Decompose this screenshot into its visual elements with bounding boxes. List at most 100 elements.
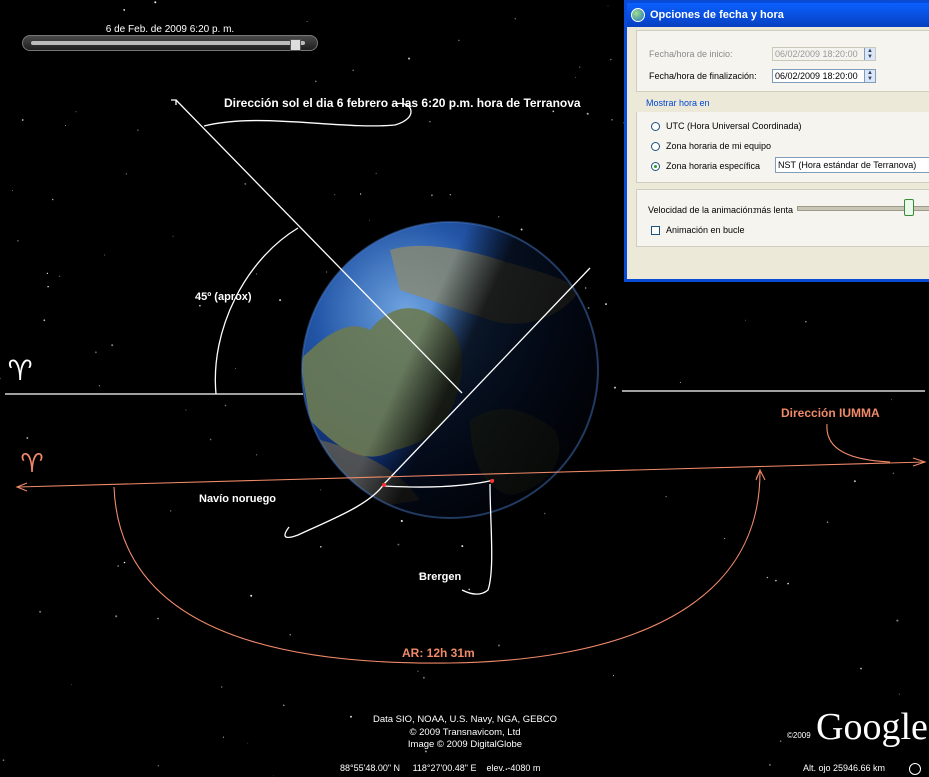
star [51, 198, 54, 201]
star [157, 617, 159, 620]
star [611, 118, 613, 121]
star [46, 272, 49, 275]
star [117, 565, 120, 567]
star [111, 344, 114, 347]
star [586, 112, 589, 115]
radio-utc-label[interactable]: UTC (Hora Universal Coordinada) [666, 121, 802, 131]
star [306, 20, 308, 22]
star [805, 321, 807, 323]
star [47, 285, 49, 288]
star [359, 193, 362, 195]
right-ascension-label: AR: 12h 31m [402, 646, 475, 660]
star [607, 5, 609, 7]
star [896, 619, 899, 622]
star [94, 351, 97, 354]
star [417, 670, 419, 673]
star [289, 634, 291, 636]
imagery-credits: Data SIO, NOAA, U.S. Navy, NGA, GEBCO © … [330, 714, 600, 752]
star [12, 190, 13, 192]
star [423, 676, 425, 679]
speed-label: Velocidad de la animación: [648, 205, 756, 215]
end-datetime-field[interactable]: 06/02/2009 18:20:00 ▲ ▼ [772, 69, 876, 83]
star [775, 579, 777, 582]
star [279, 299, 282, 302]
star [430, 194, 433, 197]
star [154, 1, 157, 4]
star [98, 385, 101, 387]
radio-local[interactable] [651, 142, 660, 151]
dialog-title: Opciones de fecha y hora [650, 9, 784, 21]
star [461, 545, 464, 548]
star [768, 763, 771, 766]
star [273, 775, 275, 777]
spin-arrows-icon: ▲ ▼ [864, 48, 875, 60]
star [256, 454, 258, 456]
radio-specific-label[interactable]: Zona horaria específica [666, 161, 760, 171]
speed-slider-thumb[interactable] [904, 199, 914, 216]
start-datetime-field: 06/02/2009 18:20:00 ▲ ▼ [772, 47, 876, 61]
timezone-select[interactable]: NST (Hora estándar de Terranova) [775, 157, 929, 173]
star [787, 582, 789, 585]
star [579, 66, 581, 68]
star [375, 172, 377, 175]
star [892, 472, 895, 474]
star [429, 120, 431, 123]
time-slider[interactable] [22, 35, 318, 51]
star [679, 381, 681, 383]
star [498, 644, 500, 647]
star [172, 235, 174, 237]
time-slider-thumb[interactable] [289, 39, 301, 51]
star [587, 307, 590, 309]
iumma-direction-label: Dirección IUMMA [781, 406, 880, 420]
star [320, 546, 322, 548]
radio-local-label[interactable]: Zona horaria de mi equipo [666, 141, 771, 151]
star [612, 675, 614, 677]
time-slider-track[interactable] [31, 41, 305, 45]
star [209, 438, 212, 441]
bergen-label: Brergen [419, 571, 462, 583]
star [220, 686, 223, 688]
star [766, 576, 769, 579]
star [575, 76, 577, 78]
speed-slow-label: más lenta [754, 205, 794, 215]
dialog-title-bar[interactable]: Opciones de fecha y hora [627, 3, 929, 27]
star [407, 57, 411, 60]
aries-symbol-top: ♈ [7, 354, 32, 387]
star [334, 194, 336, 196]
status-coordinates: 88°55'48.00" N 118°27'00.48" E elev. -40… [340, 763, 540, 773]
star [199, 304, 201, 307]
star [255, 273, 258, 275]
radio-specific[interactable] [651, 162, 660, 171]
star [65, 125, 66, 126]
status-lat: 88°55'48.00" N [340, 763, 401, 773]
credit-line-1: Data SIO, NOAA, U.S. Navy, NGA, GEBCO [372, 714, 558, 725]
credit-line-3: Image © 2009 DigitalGlobe [407, 739, 523, 750]
google-earth-icon [631, 8, 645, 22]
star [544, 512, 546, 515]
compass-icon[interactable] [909, 763, 921, 775]
star [585, 287, 587, 289]
star [235, 367, 236, 369]
star [75, 111, 77, 113]
status-elev: elev. -4080 m [486, 763, 541, 773]
star [43, 319, 46, 322]
star [104, 254, 106, 256]
star [39, 610, 42, 613]
star [320, 489, 322, 491]
star [123, 561, 126, 564]
star [222, 736, 224, 738]
radio-utc[interactable] [651, 122, 660, 131]
star [898, 693, 900, 695]
star [115, 615, 118, 618]
star [314, 80, 317, 83]
loop-label[interactable]: Animación en bucle [666, 225, 745, 235]
star [853, 480, 856, 483]
loop-checkbox[interactable] [651, 226, 660, 235]
star [0, 377, 1, 380]
spin-arrows-icon[interactable]: ▲ ▼ [864, 70, 875, 82]
status-lon: 118°27'00.48" E [412, 763, 477, 773]
start-label: Fecha/hora de inicio: [649, 49, 733, 59]
star [352, 69, 354, 72]
star [397, 543, 400, 546]
status-eye-altitude: Alt. ojo 25946.66 km [803, 763, 886, 773]
